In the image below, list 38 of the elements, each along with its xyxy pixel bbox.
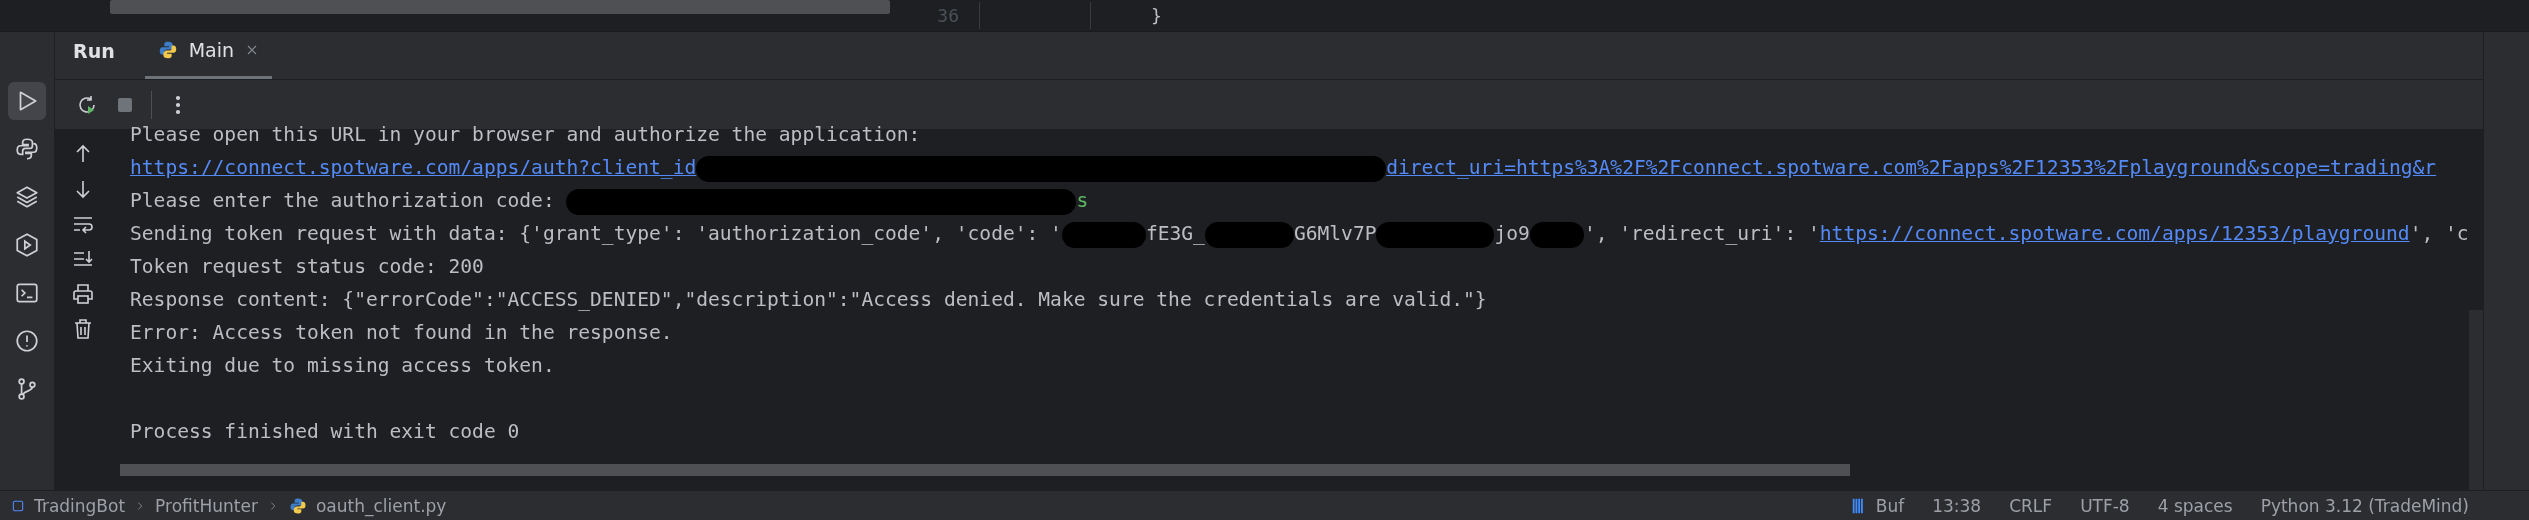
console-link[interactable]: https://connect.spotware.com/apps/12353/playground [1819, 222, 2410, 245]
console-text: ', 'redirect_uri': ' [1583, 222, 1820, 245]
console-text: Error: Access token not found in the response. [130, 321, 673, 344]
layers-icon [14, 184, 40, 210]
status-item[interactable]: Buf [1875, 492, 1905, 519]
console-text: Please enter the authorization code: [130, 189, 556, 212]
console-text: Token request status code: 200 [130, 255, 484, 278]
breadcrumb-item[interactable]: ProfitHunter [155, 492, 258, 519]
terminal-icon [14, 280, 40, 306]
console-text: Please open this URL in your browser and authorize the application: [130, 123, 921, 146]
console-text: Process finished with exit code 0 [130, 420, 520, 443]
warning-icon [14, 328, 40, 354]
status-item[interactable]: UTF-8 [2080, 492, 2130, 519]
breadcrumb-item[interactable]: oauth_client.py [315, 492, 447, 519]
services-icon [14, 232, 40, 258]
scrollbar-thumb[interactable] [120, 464, 1850, 476]
typed-text: s [1076, 189, 1089, 212]
status-item[interactable]: Python 3.12 (TradeMind) [2260, 492, 2469, 519]
console-text: ', 'c [2409, 222, 2469, 245]
scrollbar-thumb[interactable] [110, 0, 890, 14]
code-line: } [1090, 2, 1162, 29]
breadcrumb-item[interactable]: TradingBot [34, 492, 126, 519]
redaction-mark [1529, 221, 1584, 248]
console-text: Exiting due to missing access token. [130, 354, 555, 377]
console-link[interactable]: direct_uri=https%3A%2F%2Fconnect.spotware.com%2Fapps%2F12353%2Fplayground&scope=trading&r [1386, 156, 2437, 179]
status-item[interactable]: CRLF [2009, 492, 2053, 519]
python-icon [14, 136, 40, 162]
console-text: fE3G_ [1145, 222, 1205, 245]
status-item[interactable]: 13:38 [1932, 492, 1982, 519]
console-link[interactable]: https://connect.spotware.com/apps/auth?client_id [130, 156, 697, 179]
status-item[interactable]: 4 spaces [2157, 492, 2233, 519]
sidebar-button[interactable] [8, 82, 46, 120]
console-text: Response content: {"errorCode":"ACCESS_DENIED","description":"Access denied. Make sure the credentials are valid."} [130, 288, 1487, 311]
panel-title: Run [73, 38, 115, 64]
console-text: jo9 [1494, 222, 1530, 245]
console-text: G6Mlv7P [1293, 222, 1377, 245]
console-text: Sending token request with data: {'grant_type': 'authorization_code', 'code': ' [130, 222, 1062, 245]
print-icon[interactable] [70, 282, 95, 306]
